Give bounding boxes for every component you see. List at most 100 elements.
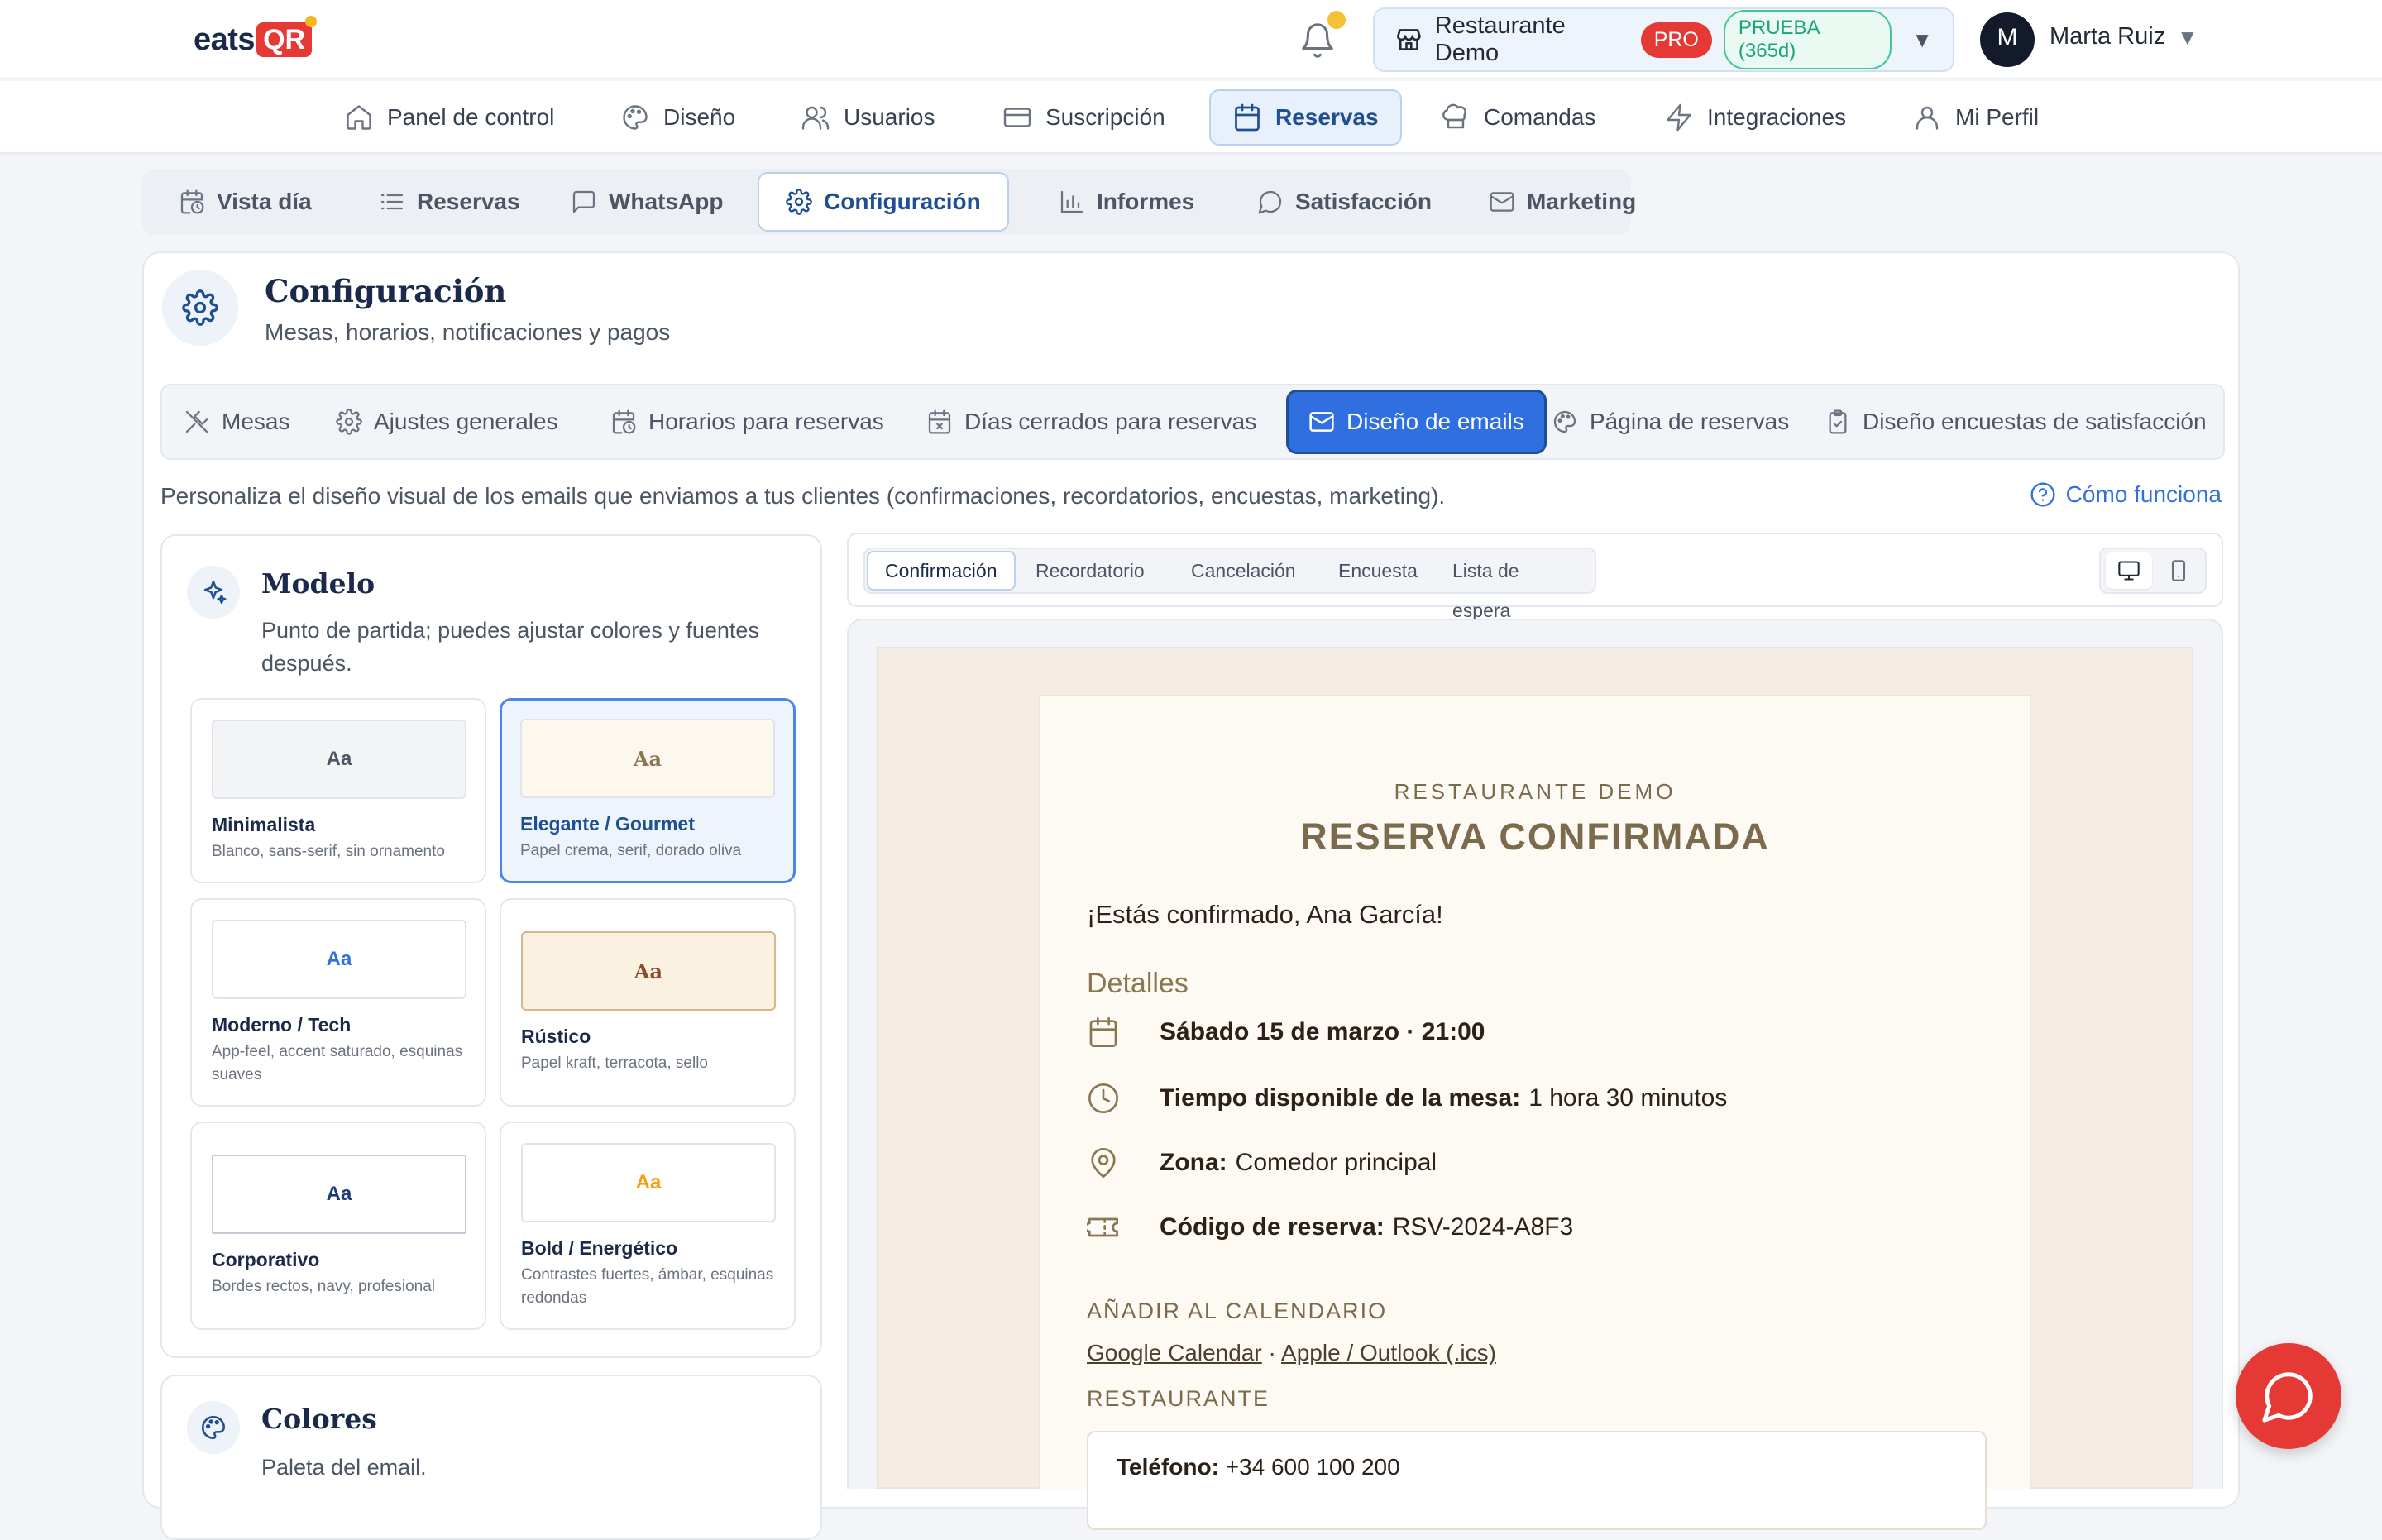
avatar[interactable]: M [1980,12,2035,67]
tab-whatsapp[interactable]: WhatsApp [544,172,749,232]
sparkles-icon [187,566,240,619]
nav-label: Suscripción [1045,104,1165,130]
tab-satisfaccion[interactable]: Satisfacción [1231,172,1458,232]
message-square-icon [572,190,596,213]
email-phone: Teléfono: +34 600 100 200 [1117,1454,1400,1480]
tab-label: Vista día [217,189,312,214]
gear-icon [336,409,362,435]
email-zone-row: Zona: Comedor principal [1087,1146,1437,1179]
tab-label: Configuración [824,189,981,214]
preview-tab-cancelacion[interactable]: Cancelación [1174,551,1313,591]
logo-qr-badge: QR [256,16,318,57]
store-icon [1397,29,1421,50]
mail-icon [1309,412,1334,432]
main-nav: Panel de control Diseño Usuarios Suscrip… [0,81,2382,154]
tab-reservas[interactable]: Reservas [352,172,547,232]
user-icon [1916,106,1939,130]
logo-text: eats [194,22,256,57]
config-tab-label: Días cerrados para reservas [964,409,1257,434]
desktop-icon[interactable] [2106,552,2152,589]
config-tab-horarios[interactable]: Horarios para reservas [600,392,894,452]
template-preview: Aa [212,720,466,799]
preview-tab-encuesta[interactable]: Encuesta [1322,551,1434,591]
preview-toolbar: Confirmación Recordatorio Cancelación En… [847,533,2223,621]
template-card-moderno[interactable]: Aa Moderno / Tech App-feel, accent satur… [190,898,486,1107]
nav-diseno[interactable]: Diseño [599,89,757,146]
ticket-icon [1087,1217,1118,1237]
tab-marketing[interactable]: Marketing [1462,172,1662,232]
plan-badge: PRO [1640,22,1712,58]
trial-badge: PRUEBA (365d) [1723,10,1892,69]
tab-label: Marketing [1527,189,1637,214]
preview-tab-confirmacion[interactable]: Confirmación [867,551,1016,591]
config-tab-encuestas[interactable]: Diseño encuestas de satisfacción [1815,392,2217,452]
apple-outlook-link[interactable]: Apple / Outlook (.ics) [1281,1340,1496,1365]
clock-icon [1088,1083,1118,1113]
link-separator: · [1268,1340,1276,1365]
nav-panel-de-control[interactable]: Panel de control [323,89,576,146]
nav-label: Usuarios [844,104,935,130]
colors-subtitle: Paleta del email. [261,1455,427,1480]
nav-comandas[interactable]: Comandas [1419,89,1617,146]
config-tab-dias-cerrados[interactable]: Días cerrados para reservas [916,392,1266,452]
mobile-icon[interactable] [2155,552,2202,589]
nav-suscripcion[interactable]: Suscripción [981,89,1187,146]
tab-label: WhatsApp [609,189,724,214]
logo[interactable]: eats QR [194,16,318,58]
nav-reservas[interactable]: Reservas [1209,89,1402,146]
user-menu-chevron-icon[interactable]: ▼ [2177,25,2198,50]
user-name[interactable]: Marta Ruiz [2050,23,2165,50]
restaurant-selector[interactable]: Restaurante Demo PRO PRUEBA (365d) ▼ [1373,7,1954,72]
logo-badge-text: QR [263,24,306,55]
how-it-works-link[interactable]: Cómo funciona [2030,481,2222,508]
tab-label: Satisfacción [1295,189,1432,214]
template-card-minimalista[interactable]: Aa Minimalista Blanco, sans-serif, sin o… [190,698,486,883]
template-desc: App-feel, accent saturado, esquinas suav… [212,1043,463,1083]
page-title: Configuración [265,273,507,309]
template-card-corporativo[interactable]: Aa Corporativo Bordes rectos, navy, prof… [190,1122,486,1330]
preview-tab-lista-espera[interactable]: Lista de espera [1436,551,1595,621]
template-card-rustico[interactable]: Aa Rústico Papel kraft, terracota, sello [500,898,796,1107]
template-name: Moderno / Tech [212,1014,352,1035]
config-tab-diseno-emails[interactable]: Diseño de emails [1289,392,1544,452]
device-toggle [2099,548,2207,594]
template-card-elegante[interactable]: Aa Elegante / Gourmet Papel crema, serif… [500,698,796,883]
tab-label: Informes [1097,189,1195,214]
restaurant-name: Restaurante Demo [1434,12,1566,66]
nav-mi-perfil[interactable]: Mi Perfil [1891,89,2060,146]
email-code-row: Código de reserva: RSV-2024-A8F3 [1087,1211,1573,1244]
config-tab-ajustes-generales[interactable]: Ajustes generales [326,392,568,452]
nav-integraciones[interactable]: Integraciones [1643,89,1868,146]
template-preview: Aa [521,931,776,1011]
calendar-icon [1089,1017,1117,1047]
email-restaurant-name: RESTAURANTE DEMO [1394,779,1676,804]
email-details-heading: Detalles [1087,968,1189,999]
config-tab-label: Página de reservas [1590,409,1790,434]
email-code-label: Código de reserva: [1160,1213,1385,1241]
tab-informes[interactable]: Informes [1032,172,1221,232]
utensils-icon [185,410,208,433]
bar-chart-icon [1060,190,1083,213]
gear-icon [786,189,812,215]
chef-hat-icon [1442,103,1466,129]
email-time-row: Tiempo disponible de la mesa: 1 hora 30 … [1087,1082,1727,1115]
email-restaurant-box: Teléfono: +34 600 100 200 [1087,1431,1987,1530]
tab-configuracion[interactable]: Configuración [758,172,1009,232]
email-code-value: RSV-2024-A8F3 [1392,1213,1574,1241]
config-tab-mesas[interactable]: Mesas [174,392,299,452]
nav-usuarios[interactable]: Usuarios [779,89,956,146]
config-tabs: Mesas Ajustes generales Horarios para re… [160,384,2225,460]
calendar-x-icon [928,409,951,434]
template-name: Minimalista [212,814,316,835]
template-card-bold[interactable]: Aa Bold / Energético Contrastes fuertes,… [500,1122,796,1330]
google-calendar-link[interactable]: Google Calendar [1087,1340,1262,1365]
credit-card-icon [1003,108,1031,127]
chat-bubble-icon [1258,190,1282,214]
config-tab-pagina-reservas[interactable]: Página de reservas [1542,392,1799,452]
chat-button[interactable] [2236,1343,2341,1449]
preview-tab-recordatorio[interactable]: Recordatorio [1019,551,1161,591]
tab-vista-dia[interactable]: Vista día [152,172,338,232]
colors-section: Colores Paleta del email. [160,1375,822,1540]
page-subtitle: Mesas, horarios, notificaciones y pagos [265,319,671,345]
nav-label: Integraciones [1707,104,1847,130]
